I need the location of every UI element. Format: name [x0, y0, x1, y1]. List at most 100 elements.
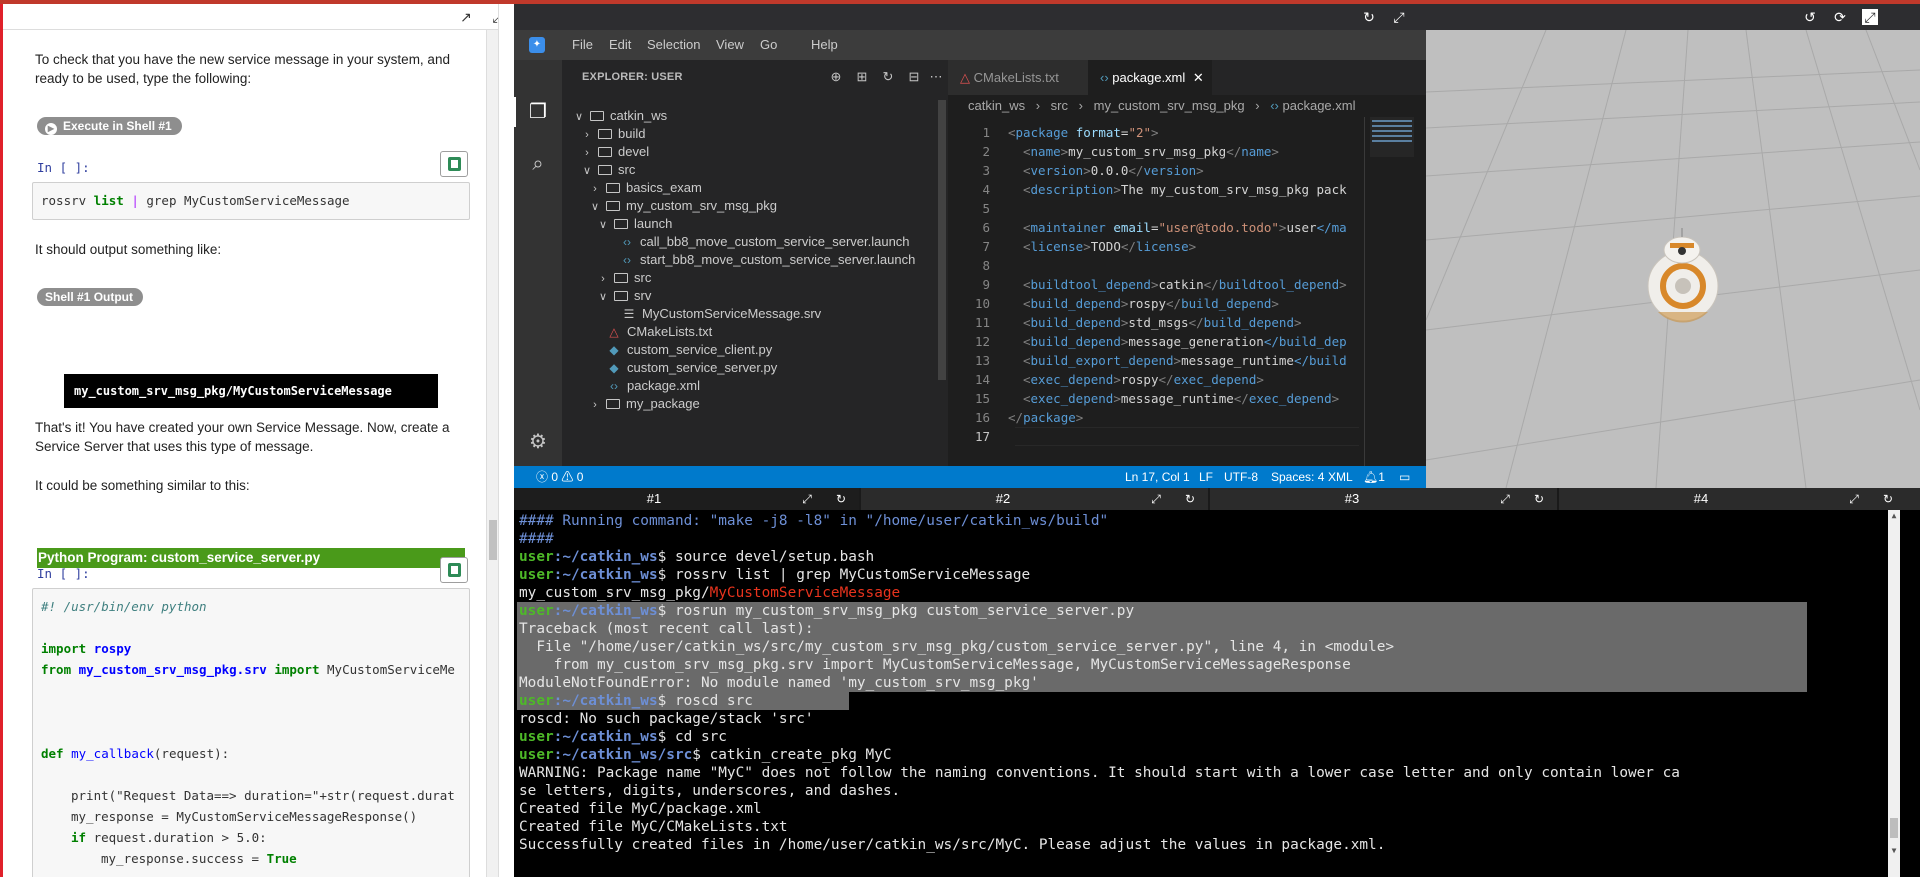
- code-line[interactable]: </package>: [1008, 408, 1083, 427]
- scroll-down-icon[interactable]: ▼: [1888, 845, 1900, 857]
- terminal-scrollbar[interactable]: ▲ ▼: [1888, 510, 1900, 877]
- scrollbar-thumb[interactable]: [1890, 818, 1898, 838]
- expand-icon[interactable]: ⤢: [490, 9, 498, 25]
- encoding-indicator[interactable]: UTF-8: [1224, 466, 1258, 488]
- reload-icon[interactable]: ↻: [1880, 491, 1896, 507]
- maximize-icon[interactable]: ⤢: [799, 491, 815, 507]
- tree-label: basics_exam: [626, 180, 702, 195]
- workspace-topbar: ↻ ⤢ ↺ ⟳ ⤢: [514, 4, 1920, 30]
- tree-label: launch: [634, 216, 673, 231]
- reload-icon[interactable]: ↻: [1531, 491, 1547, 507]
- code-line[interactable]: <description>The my_custom_srv_msg_pkg p…: [1023, 180, 1347, 199]
- notifications-indicator[interactable]: 🔔︎1: [1363, 466, 1385, 488]
- editor-scrollbar[interactable]: [1364, 117, 1365, 466]
- notebook-scrollbar[interactable]: [486, 30, 498, 877]
- terminal-output[interactable]: #### Running command: "make -j8 -l8" in …: [514, 510, 1920, 877]
- scroll-up-icon[interactable]: ▲: [1888, 510, 1900, 522]
- prompt-path: :~/catkin_ws: [553, 567, 658, 583]
- menu-selection[interactable]: Selection: [647, 37, 700, 52]
- terminal-tab-2[interactable]: #2 ⤢ ↻: [863, 488, 1210, 510]
- reload-icon[interactable]: ↻: [1182, 491, 1198, 507]
- shell-output-box: my_custom_srv_msg_pkg/MyCustomServiceMes…: [64, 374, 438, 408]
- code-line[interactable]: <build_depend>std_msgs</build_depend>: [1023, 313, 1302, 332]
- menu-help[interactable]: Help: [811, 37, 838, 52]
- copy-code-button[interactable]: [440, 557, 468, 583]
- search-icon[interactable]: ⌕: [526, 152, 550, 176]
- menu-go[interactable]: Go: [760, 37, 777, 52]
- tab-package-xml[interactable]: ‹› package.xml ✕: [1088, 60, 1212, 95]
- prompt-user: user: [519, 603, 554, 619]
- terminal-line: Created file MyC/CMakeLists.txt: [519, 819, 788, 835]
- code-cell-server[interactable]: #! /usr/bin/env python import rospy from…: [32, 588, 470, 877]
- problems-indicator[interactable]: ⓧ 0 ⚠ 0: [536, 466, 583, 488]
- panel-divider[interactable]: [498, 4, 514, 877]
- fullscreen-icon[interactable]: ⤢: [1862, 9, 1878, 25]
- code-cell-rossrv[interactable]: rossrv list | grep MyCustomServiceMessag…: [32, 182, 470, 220]
- explorer-scrollbar[interactable]: [938, 100, 946, 380]
- open-external-icon[interactable]: ↗: [458, 9, 474, 25]
- code-line[interactable]: <package format="2">: [1008, 123, 1159, 142]
- terminal-tab-1[interactable]: #1 ⤢ ↻: [514, 488, 861, 510]
- terminal-tab-4[interactable]: #4 ⤢ ↻: [1561, 488, 1908, 510]
- breadcrumb-item[interactable]: src: [1051, 98, 1068, 113]
- terminal-tabs: #1 ⤢ ↻ #2 ⤢ ↻ #3 ⤢ ↻ #4 ⤢ ↻: [514, 488, 1920, 510]
- code-token: request.duration > 5.0:: [86, 830, 267, 845]
- tree-label: custom_service_server.py: [627, 360, 778, 375]
- tree-item-my_package[interactable]: › my_package: [562, 393, 948, 415]
- breadcrumb-item[interactable]: my_custom_srv_msg_pkg: [1094, 98, 1245, 113]
- terminal-tab-3[interactable]: #3 ⤢ ↻: [1212, 488, 1559, 510]
- menu-view[interactable]: View: [716, 37, 744, 52]
- refresh-explorer-icon[interactable]: ↻: [880, 69, 896, 85]
- close-icon[interactable]: ✕: [1193, 70, 1204, 85]
- scrollbar-thumb[interactable]: [489, 520, 497, 560]
- breadcrumb-item[interactable]: catkin_ws: [968, 98, 1025, 113]
- layout-icon[interactable]: ▭: [1399, 466, 1410, 488]
- tree-label: call_bb8_move_custom_service_server.laun…: [640, 234, 910, 249]
- gear-icon[interactable]: ⚙: [526, 430, 550, 454]
- copy-code-button[interactable]: [440, 151, 468, 177]
- breadcrumb-item[interactable]: package.xml: [1283, 98, 1356, 113]
- code-line[interactable]: <build_depend>rospy</build_depend>: [1023, 294, 1279, 313]
- maximize-icon[interactable]: ⤢: [1846, 491, 1862, 507]
- code-token: (request):: [153, 746, 230, 761]
- new-folder-icon[interactable]: ⊞: [854, 69, 870, 85]
- new-file-icon[interactable]: ⊕: [828, 69, 844, 85]
- code-line[interactable]: <version>0.0.0</version>: [1023, 161, 1204, 180]
- collapse-all-icon[interactable]: ⊟: [906, 69, 922, 85]
- indentation-indicator[interactable]: Spaces: 4: [1271, 466, 1324, 488]
- fullscreen-icon[interactable]: ⤢: [1391, 9, 1407, 25]
- menu-file[interactable]: File: [572, 37, 593, 52]
- simulation-view[interactable]: [1426, 30, 1920, 488]
- execute-in-shell-button[interactable]: ▶ Execute in Shell #1: [37, 117, 182, 135]
- code-line[interactable]: <build_export_depend>message_runtime</bu…: [1023, 351, 1347, 370]
- more-icon[interactable]: ⋯: [928, 69, 944, 85]
- terminal-line: WARNING: Package name "MyC" does not fol…: [519, 765, 1680, 781]
- menu-edit[interactable]: Edit: [609, 37, 631, 52]
- bb8-robot[interactable]: [1647, 228, 1719, 323]
- paragraph-similar: It could be something similar to this:: [35, 478, 250, 493]
- tab-cmakelists[interactable]: △ CMakeLists.txt: [948, 60, 1088, 95]
- code-line[interactable]: <name>my_custom_srv_msg_pkg</name>: [1023, 142, 1279, 161]
- code-line[interactable]: <exec_depend>rospy</exec_depend>: [1023, 370, 1264, 389]
- prompt-path: :~/catkin_ws: [553, 693, 658, 709]
- minimap[interactable]: [1370, 117, 1414, 157]
- code-token: package: [1023, 410, 1076, 425]
- reset-sim-icon[interactable]: ↺: [1802, 9, 1818, 25]
- eol-indicator[interactable]: LF: [1199, 466, 1213, 488]
- code-line[interactable]: <buildtool_depend>catkin</buildtool_depe…: [1023, 275, 1347, 294]
- code-line[interactable]: <exec_depend>message_runtime</exec_depen…: [1023, 389, 1339, 408]
- code-line: print("Request Data==> duration="+str(re…: [71, 788, 455, 803]
- maximize-icon[interactable]: ⤢: [1497, 491, 1513, 507]
- reload-icon[interactable]: ↻: [1361, 9, 1377, 25]
- language-indicator[interactable]: XML: [1328, 466, 1353, 488]
- code-line[interactable]: <maintainer email="user@todo.todo">user<…: [1023, 218, 1347, 237]
- code-line[interactable]: <license>TODO</license>: [1023, 237, 1196, 256]
- reload-icon[interactable]: ↻: [833, 491, 849, 507]
- code-line[interactable]: <build_depend>message_generation</build_…: [1023, 332, 1347, 351]
- explorer-icon[interactable]: ❐: [526, 100, 550, 124]
- code-token: "2": [1128, 125, 1152, 140]
- tree-label: devel: [618, 144, 650, 159]
- maximize-icon[interactable]: ⤢: [1148, 491, 1164, 507]
- cursor-position[interactable]: Ln 17, Col 1: [1125, 466, 1190, 488]
- refresh-icon[interactable]: ⟳: [1832, 9, 1848, 25]
